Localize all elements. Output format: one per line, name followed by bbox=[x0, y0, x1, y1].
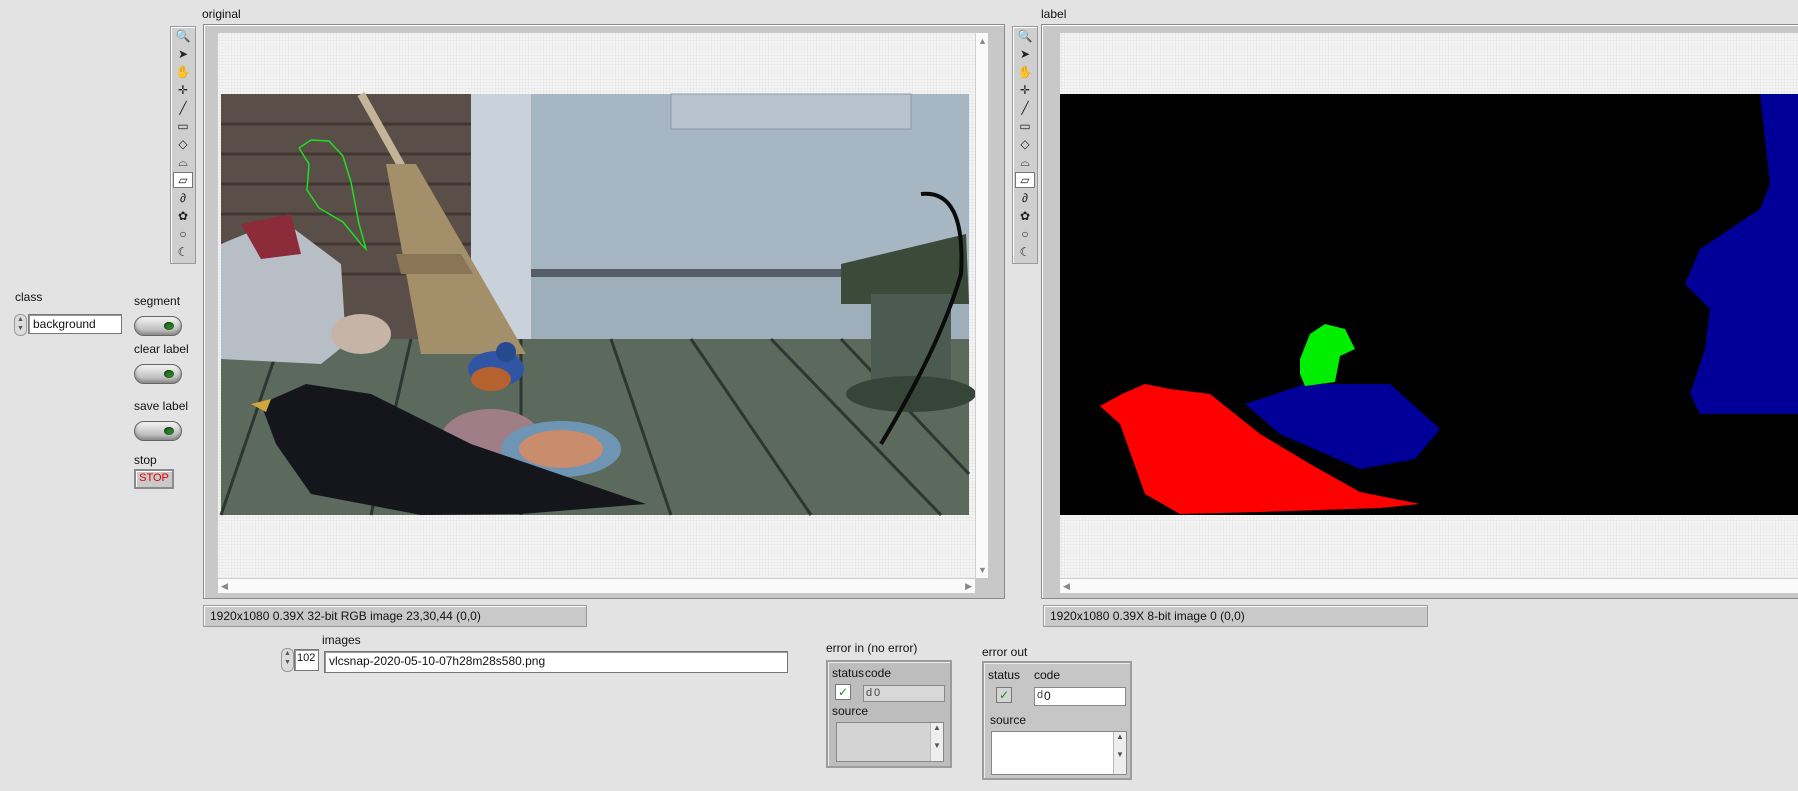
broken-line-icon[interactable]: ✿ bbox=[173, 208, 193, 224]
label-mask bbox=[1060, 94, 1798, 515]
error-out-code-field: d 0 bbox=[1034, 687, 1126, 706]
annulus-icon[interactable]: ⌓ bbox=[173, 154, 193, 170]
error-out-code-value: 0 bbox=[1044, 689, 1051, 703]
error-in-source-label: source bbox=[832, 704, 869, 718]
scroll-down-icon[interactable]: ▼ bbox=[978, 565, 987, 575]
pan-icon[interactable]: ✋ bbox=[1015, 64, 1035, 80]
error-in-label: error in (no error) bbox=[826, 641, 918, 655]
images-index-arrows[interactable]: ▲ ▼ bbox=[281, 648, 294, 672]
stop-label: stop bbox=[134, 453, 157, 467]
error-in-cluster: status code ✓ d 0 source ▲ ▼ bbox=[826, 660, 952, 768]
error-in-status-check-icon[interactable]: ✓ bbox=[835, 684, 851, 700]
label-info-bar: 1920x1080 0.39X 8-bit image 0 (0,0) bbox=[1043, 605, 1428, 627]
error-out-cluster: status code ✓ d 0 source ▲ ▼ bbox=[982, 661, 1132, 780]
scroll-up-icon[interactable]: ▲ bbox=[978, 36, 987, 46]
segment-label: segment bbox=[134, 294, 181, 308]
oval-icon[interactable]: ○ bbox=[173, 226, 193, 242]
error-in-source-field[interactable]: ▲ ▼ bbox=[836, 722, 944, 762]
segment-button[interactable] bbox=[134, 316, 182, 336]
class-ring-arrows[interactable]: ▲ ▼ bbox=[14, 314, 27, 336]
images-label: images bbox=[322, 633, 361, 647]
rectangle-icon[interactable]: ▭ bbox=[1015, 118, 1035, 134]
error-in-code-value: 0 bbox=[874, 687, 881, 699]
stop-button[interactable]: STOP bbox=[134, 469, 174, 489]
rotated-rectangle-icon[interactable]: ◇ bbox=[1015, 136, 1035, 152]
label-info-text: 1920x1080 0.39X 8-bit image 0 (0,0) bbox=[1050, 609, 1245, 623]
original-canvas[interactable] bbox=[218, 33, 975, 578]
scroll-right-icon[interactable]: ▶ bbox=[965, 581, 972, 591]
images-index-field[interactable]: 102 bbox=[294, 649, 319, 671]
pointer-icon[interactable]: ➤ bbox=[173, 46, 193, 62]
original-tools-palette: 🔍 ➤ ✋ ✛ ╱ ▭ ◇ ⌓ ▱ ∂ ✿ ○ ☾ bbox=[170, 26, 196, 264]
line-icon[interactable]: ╱ bbox=[1015, 100, 1035, 116]
images-path-value: vlcsnap-2020-05-10-07h28m28s580.png bbox=[329, 654, 546, 668]
broken-line-icon[interactable]: ✿ bbox=[1015, 208, 1035, 224]
error-out-source-field: ▲ ▼ bbox=[991, 731, 1127, 775]
freehand-icon[interactable]: ∂ bbox=[1015, 190, 1035, 206]
crosshair-icon[interactable]: ✛ bbox=[1015, 82, 1035, 98]
annulus-icon[interactable]: ⌓ bbox=[1015, 154, 1035, 170]
error-in-status-label: status bbox=[832, 666, 865, 680]
error-out-code-label: code bbox=[1034, 668, 1061, 682]
error-out-status-check-icon: ✓ bbox=[996, 687, 1012, 703]
save-label-label: save label bbox=[134, 399, 189, 413]
free-region-icon[interactable]: ☾ bbox=[173, 244, 193, 260]
original-horizontal-scrollbar[interactable]: ◀ ▶ bbox=[218, 578, 975, 593]
clear-label-label: clear label bbox=[134, 342, 189, 356]
zoom-icon[interactable]: 🔍 bbox=[173, 28, 193, 44]
save-label-button[interactable] bbox=[134, 421, 182, 441]
class-value: background bbox=[33, 317, 96, 331]
original-display-label: original bbox=[202, 7, 241, 21]
zoom-icon[interactable]: 🔍 bbox=[1015, 28, 1035, 44]
error-out-label: error out bbox=[982, 645, 1028, 659]
error-in-source-scrollbar[interactable]: ▲ ▼ bbox=[930, 723, 943, 761]
error-in-code-label: code bbox=[865, 666, 892, 680]
error-out-source-label: source bbox=[990, 713, 1027, 727]
class-label: class bbox=[15, 290, 43, 304]
original-vertical-scrollbar[interactable]: ▲ ▼ bbox=[975, 33, 988, 578]
freehand-icon[interactable]: ∂ bbox=[173, 190, 193, 206]
line-icon[interactable]: ╱ bbox=[173, 100, 193, 116]
error-out-code-prefix: d bbox=[1037, 689, 1044, 701]
error-out-status-label: status bbox=[988, 668, 1021, 682]
label-tools-palette: 🔍 ➤ ✋ ✛ ╱ ▭ ◇ ⌓ ▱ ∂ ✿ ○ ☾ bbox=[1012, 26, 1038, 264]
clear-label-button[interactable] bbox=[134, 364, 182, 384]
free-region-icon[interactable]: ☾ bbox=[1015, 244, 1035, 260]
label-horizontal-scrollbar[interactable]: ◀ bbox=[1060, 578, 1798, 593]
polygon-icon[interactable]: ▱ bbox=[1015, 172, 1035, 188]
rectangle-icon[interactable]: ▭ bbox=[173, 118, 193, 134]
original-info-bar: 1920x1080 0.39X 32-bit RGB image 23,30,4… bbox=[203, 605, 587, 627]
stop-button-text: STOP bbox=[139, 472, 169, 484]
images-index-value: 102 bbox=[297, 652, 316, 664]
original-image-display: ▲ ▼ ◀ ▶ bbox=[203, 24, 1005, 599]
scroll-left-icon[interactable]: ◀ bbox=[1063, 581, 1070, 591]
label-image-display: ◀ bbox=[1041, 24, 1798, 599]
error-in-code-field[interactable]: d 0 bbox=[863, 685, 945, 702]
class-ring-field[interactable]: background bbox=[28, 314, 122, 334]
error-out-source-scrollbar[interactable]: ▲ ▼ bbox=[1113, 732, 1126, 774]
pan-icon[interactable]: ✋ bbox=[173, 64, 193, 80]
pointer-icon[interactable]: ➤ bbox=[1015, 46, 1035, 62]
save-label-led-icon bbox=[164, 427, 174, 435]
clear-label-led-icon bbox=[164, 370, 174, 378]
polygon-icon[interactable]: ▱ bbox=[173, 172, 193, 188]
scroll-left-icon[interactable]: ◀ bbox=[221, 581, 228, 591]
error-in-status-mark: ✓ bbox=[837, 685, 849, 699]
error-in-code-prefix: d bbox=[866, 687, 873, 699]
images-path-field[interactable]: vlcsnap-2020-05-10-07h28m28s580.png bbox=[324, 651, 788, 673]
original-photo bbox=[219, 92, 975, 517]
label-display-label: label bbox=[1041, 7, 1067, 21]
crosshair-icon[interactable]: ✛ bbox=[173, 82, 193, 98]
error-out-status-mark: ✓ bbox=[998, 688, 1010, 702]
rotated-rectangle-icon[interactable]: ◇ bbox=[173, 136, 193, 152]
label-canvas[interactable] bbox=[1060, 33, 1798, 578]
oval-icon[interactable]: ○ bbox=[1015, 226, 1035, 242]
segment-led-icon bbox=[164, 322, 174, 330]
original-info-text: 1920x1080 0.39X 32-bit RGB image 23,30,4… bbox=[210, 609, 481, 623]
